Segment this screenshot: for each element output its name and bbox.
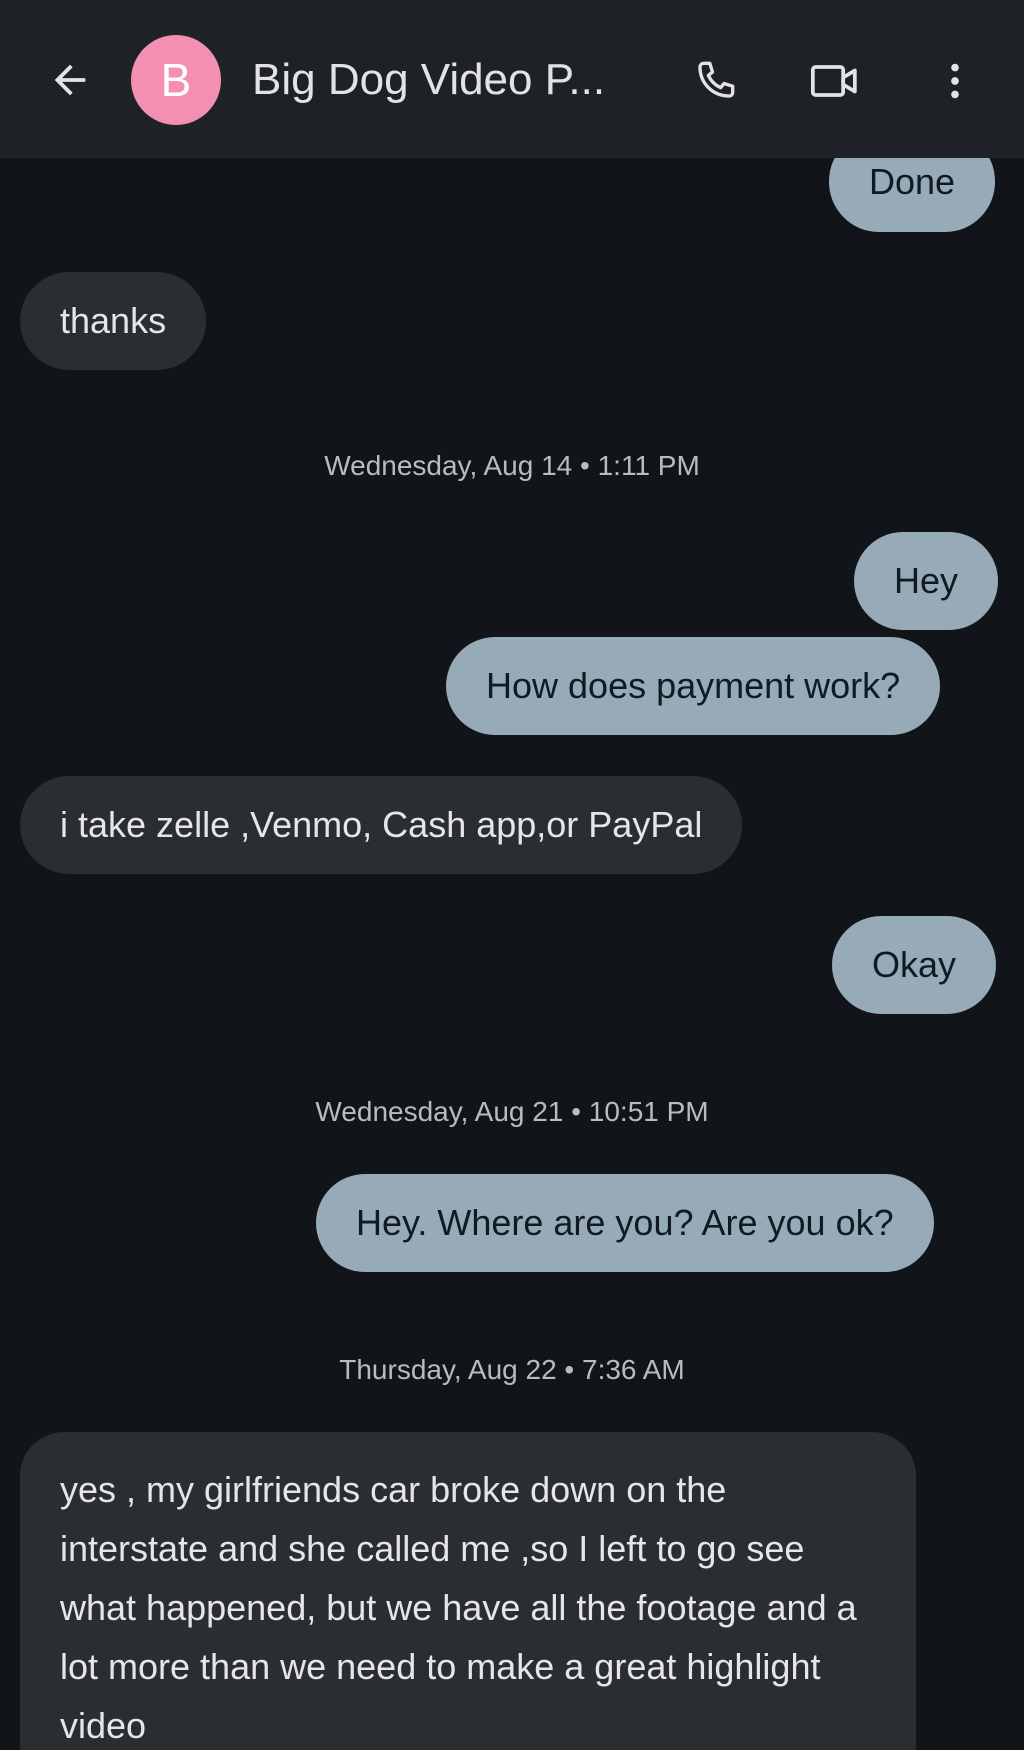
phone-icon (698, 61, 735, 98)
conversation-header: B Big Dog Video P... (0, 0, 1024, 158)
message-incoming[interactable]: thanks (20, 272, 207, 370)
message-outgoing[interactable]: How does payment work? (446, 637, 941, 735)
message-incoming[interactable]: i take zelle ,Venmo, Cash app,or PayPal (20, 776, 743, 874)
message-outgoing[interactable]: Okay (832, 916, 997, 1014)
date-separator: Thursday, Aug 22 • 7:36 AM (339, 1354, 685, 1385)
message-incoming[interactable]: yes , my girlfriends car broke down on t… (20, 1432, 916, 1750)
back-button[interactable] (40, 50, 100, 110)
conversation-screen: B Big Dog Video P... Done thanks Wednesd… (0, 0, 1024, 1750)
video-call-button[interactable] (800, 46, 870, 116)
call-button[interactable] (680, 46, 750, 116)
more-options-button[interactable] (920, 46, 990, 116)
more-vertical-icon (951, 63, 959, 99)
date-separator: Wednesday, Aug 14 • 1:11 PM (324, 450, 700, 481)
message-outgoing[interactable]: Hey. Where are you? Are you ok? (316, 1174, 934, 1272)
arrow-left-icon (54, 64, 86, 96)
video-camera-icon (810, 65, 857, 97)
avatar-initial: B (160, 54, 192, 106)
date-separator: Wednesday, Aug 21 • 10:51 PM (315, 1096, 709, 1127)
avatar[interactable]: B (131, 35, 221, 125)
message-outgoing[interactable]: Hey (854, 532, 999, 630)
contact-name[interactable]: Big Dog Video P... (252, 50, 605, 110)
